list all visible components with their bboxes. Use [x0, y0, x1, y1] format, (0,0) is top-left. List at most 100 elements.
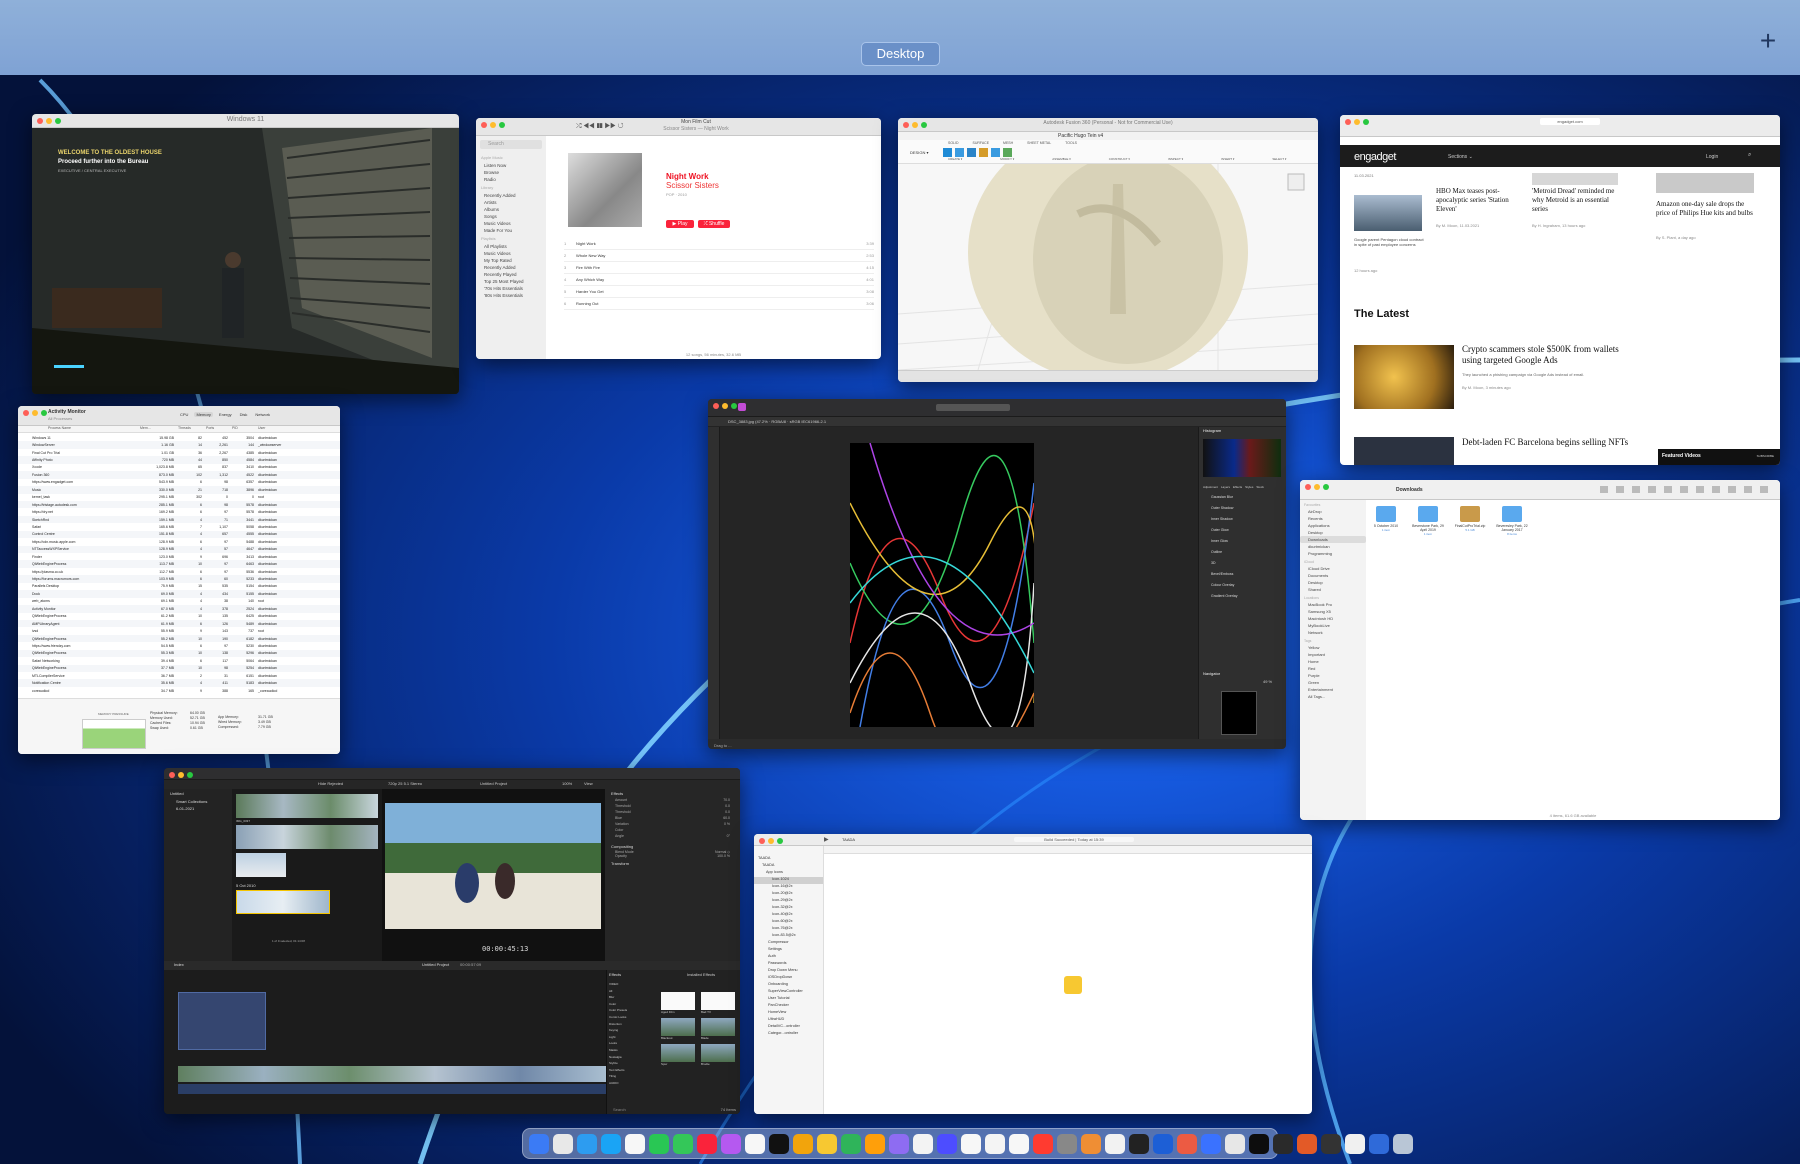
- clip-thumb-selected[interactable]: [236, 890, 330, 914]
- tab-memory[interactable]: Memory: [194, 412, 213, 417]
- table-row[interactable]: Control Centre 151.8 MB 4 657 4555 dkurtmicka…: [18, 530, 340, 539]
- dock-app-icon[interactable]: [793, 1133, 813, 1154]
- navigator-item[interactable]: Auth: [754, 954, 823, 961]
- file-item[interactable]: FinalCutProTrial.zip 5.1 GB: [1454, 506, 1486, 536]
- table-row[interactable]: https://dry.net 169.2 MB 6 97 5578 dkurtmicka…: [18, 508, 340, 515]
- sidebar-item[interactable]: Desktop: [1300, 579, 1366, 586]
- sidebar-item[interactable]: Purple: [1300, 672, 1366, 679]
- sidebar-item[interactable]: Recently Added: [476, 192, 546, 199]
- connected-clips[interactable]: [178, 992, 266, 1050]
- column-header[interactable]: User: [256, 426, 306, 432]
- clip-thumb[interactable]: [236, 825, 378, 849]
- navigator-item[interactable]: Icon-40@2x: [754, 912, 823, 919]
- design-workspace[interactable]: DESIGN ▾: [910, 150, 928, 155]
- table-row[interactable]: AMPLibraryAgent 61.9 MB 6 126 5489 dkurtmicka…: [18, 619, 340, 628]
- headline[interactable]: 'Metroid Dread' reminded me why Metroid …: [1532, 187, 1624, 214]
- toolbar-group[interactable]: ASSEMBLE ▾: [1052, 157, 1071, 161]
- column-header[interactable]: Threads: [176, 426, 204, 432]
- sidebar-item[interactable]: My Top Rated: [476, 257, 546, 264]
- navigator-item[interactable]: Icon-76@2x: [754, 926, 823, 933]
- panel-tab[interactable]: Effects: [1233, 485, 1242, 489]
- toolbar-tab[interactable]: SOLID: [948, 141, 959, 145]
- close-icon[interactable]: [23, 410, 29, 416]
- light-painting-image[interactable]: [850, 443, 1034, 727]
- installed-effects[interactable]: Installed Effects: [687, 972, 715, 977]
- toolbar-group[interactable]: INSERT ▾: [1221, 157, 1234, 161]
- sidebar-item[interactable]: Macintosh HD: [1300, 615, 1366, 622]
- opacity-value[interactable]: 100.0 %: [717, 854, 730, 858]
- view-menu[interactable]: View: [584, 781, 593, 786]
- minimize-icon[interactable]: [32, 410, 38, 416]
- sidebar-item[interactable]: Music Videos: [476, 250, 546, 257]
- dock-app-icon[interactable]: [1225, 1133, 1245, 1154]
- effect-tile[interactable]: Spur: [661, 1044, 697, 1066]
- space-desktop[interactable]: Desktop: [861, 42, 940, 66]
- featured-videos-bar[interactable]: Featured Videos SUBSCRIBE: [1658, 449, 1780, 465]
- dock-app-icon[interactable]: [769, 1133, 789, 1154]
- column-header[interactable]: Mem...: [138, 426, 176, 432]
- toolbar-tab[interactable]: TOOLS: [1065, 141, 1077, 145]
- sidebar-item[interactable]: Programming: [1300, 550, 1366, 557]
- sidebar-item[interactable]: Radio: [476, 176, 546, 183]
- table-row[interactable]: https://forums.macrumors.com 103.9 MB 6 60 5…: [18, 575, 340, 583]
- sidebar-item[interactable]: Samsung X5: [1300, 608, 1366, 615]
- effect-item[interactable]: Outer Shadow: [1211, 506, 1237, 517]
- latest-headline[interactable]: Crypto scammers stole $500K from wallets…: [1462, 344, 1622, 366]
- sidebar-item[interactable]: Shared: [1300, 586, 1366, 593]
- sidebar-item[interactable]: Desktop: [1300, 529, 1366, 536]
- track-row[interactable]: 4 Any Which Way 4:01: [564, 274, 874, 286]
- navigator-item[interactable]: Icon-29@2x: [754, 898, 823, 905]
- navigator-item[interactable]: SuperViewController: [754, 989, 823, 996]
- column-header[interactable]: Process Name: [18, 426, 138, 432]
- minimize-icon[interactable]: [178, 772, 184, 778]
- toolbar-tab[interactable]: SHEET METAL: [1027, 141, 1051, 145]
- effect-category[interactable]: Comic Looks: [609, 1015, 627, 1022]
- dock-app-icon[interactable]: [1009, 1133, 1029, 1154]
- dock-app-icon[interactable]: [697, 1133, 717, 1154]
- add-space-button[interactable]: +: [1756, 27, 1780, 55]
- table-row[interactable]: Parallels Desktop 75.9 MB 15 535 5154 dkurtmi…: [18, 583, 340, 590]
- navigator-item[interactable]: Categor...ontroller: [754, 1031, 823, 1038]
- table-row[interactable]: SketchRnd 159.1 MB 4 71 3441 dkurtmickan: [18, 515, 340, 524]
- sidebar-item[interactable]: MacBook Pro: [1300, 601, 1366, 608]
- navigator-item[interactable]: TAADA: [754, 863, 823, 870]
- window-fusion360[interactable]: Autodesk Fusion 360 (Personal - Not for …: [898, 118, 1318, 382]
- dock-app-icon[interactable]: [889, 1133, 909, 1154]
- dock-app-icon[interactable]: [1201, 1133, 1221, 1154]
- nav-login[interactable]: Login: [1706, 154, 1718, 160]
- sidebar-item[interactable]: Recently Added: [476, 264, 546, 271]
- dock-app-icon[interactable]: [553, 1133, 573, 1154]
- effect-category[interactable]: Masks: [609, 1048, 627, 1055]
- navigator-item[interactable]: DetailVC...ontroller: [754, 1024, 823, 1031]
- tab-disk[interactable]: Disk: [238, 412, 250, 417]
- sidebar-item[interactable]: Entertainment: [1300, 686, 1366, 693]
- sidebar-item[interactable]: Red: [1300, 665, 1366, 672]
- zoom-icon[interactable]: [187, 772, 193, 778]
- table-row[interactable]: Xcode 1,023.8 MB 65 837 3410 dkurtmickan: [18, 464, 340, 471]
- navigator-item[interactable]: Settings: [754, 947, 823, 954]
- dock-app-icon[interactable]: [529, 1133, 549, 1154]
- toolbar-group[interactable]: INSPECT ▾: [1168, 157, 1183, 161]
- effect-category[interactable]: Tiling: [609, 1074, 627, 1081]
- sidebar-item[interactable]: Made For You: [476, 227, 546, 234]
- minimize-icon[interactable]: [490, 122, 496, 128]
- dock-app-icon[interactable]: [577, 1133, 597, 1154]
- navigator-preview[interactable]: [1221, 691, 1257, 735]
- table-row[interactable]: Finder 123.0 MB 9 696 3413 dkurtmickan: [18, 553, 340, 560]
- table-row[interactable]: WindowServer 1.16 GB 14 2,261 144 _windowserv…: [18, 441, 340, 449]
- sidebar-item[interactable]: MyBookLive: [1300, 622, 1366, 629]
- panel-tab[interactable]: Styles: [1245, 485, 1253, 489]
- headline[interactable]: HBO Max teases post-apocalyptic series '…: [1436, 187, 1524, 214]
- effects-search[interactable]: Search: [613, 1107, 626, 1112]
- effect-item[interactable]: Gradient Overlay: [1211, 594, 1237, 605]
- dock-app-icon[interactable]: [1057, 1133, 1077, 1154]
- navigator-item[interactable]: Icon-60@2x: [754, 919, 823, 926]
- effect-category[interactable]: Light: [609, 1035, 627, 1042]
- toolbar-icons[interactable]: [1600, 486, 1770, 493]
- table-row[interactable]: Safari 165.6 MB 7 1,107 5058 dkurtmickan: [18, 523, 340, 530]
- viewer-zoom[interactable]: 100%: [562, 781, 572, 786]
- sidebar-item[interactable]: Applications: [1300, 522, 1366, 529]
- track-row[interactable]: 5 Harder You Get 3:08: [564, 286, 874, 298]
- table-row[interactable]: Affinity Photo 720 MB 44 850 4584 dkurtmickan: [18, 456, 340, 464]
- close-icon[interactable]: [1345, 119, 1351, 125]
